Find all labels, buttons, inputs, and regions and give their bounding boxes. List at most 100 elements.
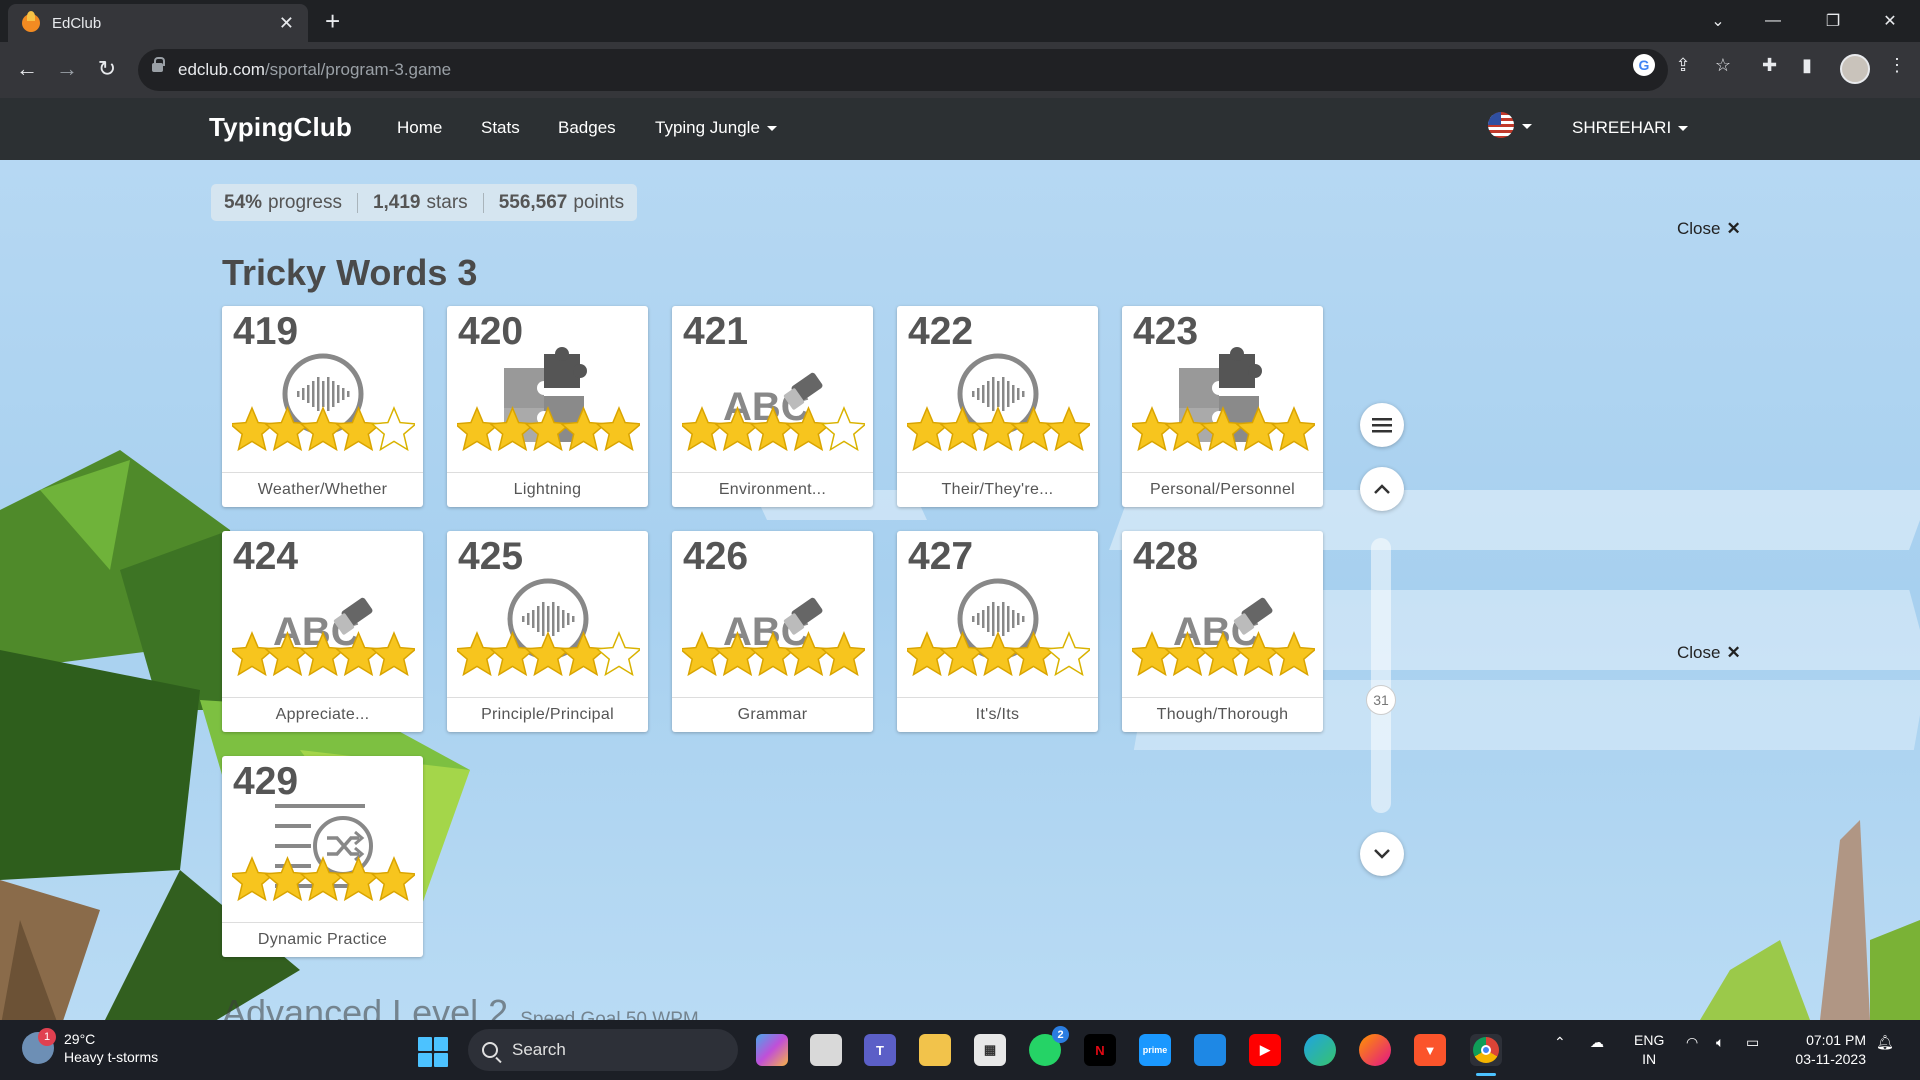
star-filled-icon	[524, 631, 572, 677]
edge-icon[interactable]	[1304, 1034, 1336, 1066]
lesson-card-419[interactable]: 419 Weather/Whether	[222, 306, 423, 507]
url-field[interactable]: edclub.com/sportal/program-3.game	[138, 49, 1668, 91]
star-filled-icon	[907, 631, 951, 677]
prime-video-icon[interactable]: prime	[1139, 1034, 1171, 1066]
lesson-card-429[interactable]: 429 Dynamic Practice	[222, 756, 423, 957]
google-lens-icon[interactable]: G	[1633, 54, 1655, 76]
star-filled-icon	[682, 631, 726, 677]
file-explorer-icon[interactable]	[919, 1034, 951, 1066]
volume-icon[interactable]: 🔈︎	[1716, 1034, 1724, 1051]
restore-button[interactable]: ❐	[1805, 0, 1861, 42]
clock[interactable]: 07:01 PM 03-11-2023	[1788, 1031, 1866, 1069]
star-filled-icon	[263, 631, 312, 677]
star-filled-icon	[524, 406, 572, 452]
lesson-card-426[interactable]: 426 ABC Grammar	[672, 531, 873, 732]
user-menu-dropdown[interactable]: SHREEHARI	[1572, 118, 1688, 138]
close-button-middle[interactable]: Close ✕	[1677, 643, 1741, 663]
nav-home[interactable]: Home	[397, 118, 442, 138]
lesson-card-420[interactable]: 420 Lightning	[447, 306, 648, 507]
scroll-track[interactable]	[1371, 538, 1391, 813]
close-label: Close	[1677, 643, 1721, 662]
microsoft-store-icon[interactable]: ▦	[974, 1034, 1006, 1066]
app-icon[interactable]	[1194, 1034, 1226, 1066]
lesson-card-422[interactable]: 422 Their/They're...	[897, 306, 1098, 507]
windows-taskbar: 1 29°C Heavy t-storms Search T ▦ 2 N prim…	[0, 1020, 1920, 1080]
lesson-card-427[interactable]: 427 It's/Its	[897, 531, 1098, 732]
us-flag-language-icon[interactable]	[1488, 112, 1514, 138]
close-tab-icon[interactable]: ✕	[279, 13, 294, 34]
star-filled-icon	[1270, 631, 1315, 677]
task-view-icon[interactable]	[810, 1034, 842, 1066]
star-filled-icon	[232, 631, 276, 677]
wifi-icon[interactable]: ◠	[1686, 1034, 1698, 1051]
extensions-puzzle-icon[interactable]: ✚	[1762, 55, 1777, 76]
show-hidden-icons-chevron-icon[interactable]: ⌃	[1554, 1034, 1566, 1051]
star-filled-icon	[457, 631, 501, 677]
lesson-card-425[interactable]: 425 Principle/Principal	[447, 531, 648, 732]
teams-icon[interactable]: T	[864, 1034, 896, 1066]
back-button[interactable]: ←	[10, 52, 44, 86]
typingclub-logo[interactable]: TypingClub	[209, 112, 352, 143]
star-empty-icon	[595, 631, 640, 677]
lesson-label: Their/They're...	[897, 472, 1098, 507]
reload-button[interactable]: ↻	[90, 52, 124, 86]
copilot-icon[interactable]	[756, 1034, 788, 1066]
start-button[interactable]	[418, 1037, 448, 1067]
youtube-icon[interactable]: ▶	[1249, 1034, 1281, 1066]
url-host: edclub.com	[178, 60, 265, 79]
weather-widget[interactable]: 1 29°C Heavy t-storms	[22, 1028, 158, 1066]
star-filled-icon	[907, 406, 951, 452]
scroll-up-button[interactable]	[1360, 467, 1404, 511]
side-panel-icon[interactable]: ▮	[1802, 55, 1812, 76]
nav-typing-jungle-dropdown[interactable]: Typing Jungle	[655, 118, 777, 138]
star-filled-icon	[559, 631, 608, 677]
stars-count: 1,419	[372, 191, 421, 213]
tab-search-chevron-icon[interactable]: ⌄	[1690, 0, 1746, 42]
browser-tab[interactable]: EdClub ✕	[8, 4, 308, 42]
lang-line-2: IN	[1642, 1051, 1657, 1067]
section-title: Tricky Words 3	[222, 252, 478, 293]
onedrive-icon[interactable]: ☁	[1590, 1034, 1604, 1051]
share-icon[interactable]: ⇪	[1672, 54, 1694, 76]
address-bar-row: ← → ↻ edclub.com/sportal/program-3.game …	[0, 42, 1920, 98]
lesson-card-424[interactable]: 424 ABC Appreciate...	[222, 531, 423, 732]
language-caret-icon[interactable]	[1522, 124, 1532, 129]
lesson-card-423[interactable]: 423 Personal/Personnel	[1122, 306, 1323, 507]
forward-button[interactable]: →	[50, 52, 84, 86]
url-path: /sportal/program-3.game	[264, 60, 452, 79]
scroll-thumb[interactable]: 31	[1366, 685, 1396, 715]
taskbar-search[interactable]: Search	[468, 1029, 738, 1071]
bookmark-star-icon[interactable]: ☆	[1712, 54, 1734, 76]
nav-badges[interactable]: Badges	[558, 118, 616, 138]
lesson-card-428[interactable]: 428 ABC Though/Thorough	[1122, 531, 1323, 732]
language-indicator[interactable]: ENG IN	[1634, 1031, 1664, 1069]
search-icon	[482, 1042, 498, 1058]
close-icon: ✕	[1726, 219, 1741, 238]
netflix-icon[interactable]: N	[1084, 1034, 1116, 1066]
brave-icon[interactable]: ▼	[1414, 1034, 1446, 1066]
star-rating	[232, 406, 415, 452]
menu-button[interactable]	[1360, 403, 1404, 447]
firefox-icon[interactable]	[1359, 1034, 1391, 1066]
close-window-button[interactable]: ✕	[1862, 0, 1918, 42]
chrome-icon[interactable]	[1470, 1034, 1502, 1076]
scroll-down-button[interactable]	[1360, 832, 1404, 876]
star-rating	[232, 631, 415, 677]
lesson-label: It's/Its	[897, 697, 1098, 732]
lesson-card-421[interactable]: 421 ABC Environment...	[672, 306, 873, 507]
whatsapp-icon[interactable]: 2	[1029, 1026, 1069, 1066]
star-filled-icon	[334, 631, 383, 677]
search-label: Search	[512, 1040, 566, 1059]
profile-avatar[interactable]	[1840, 54, 1870, 84]
star-empty-icon	[370, 406, 415, 452]
notification-bell-icon[interactable]: 🔔︎	[1876, 1034, 1894, 1051]
battery-icon[interactable]: ▭	[1746, 1034, 1759, 1051]
close-button-top[interactable]: Close ✕	[1677, 219, 1741, 239]
chrome-menu-icon[interactable]: ⋮	[1888, 55, 1906, 76]
lesson-label: Though/Thorough	[1122, 697, 1323, 732]
nav-stats[interactable]: Stats	[481, 118, 520, 138]
minimize-button[interactable]: —	[1745, 0, 1801, 42]
progress-label: progress	[268, 191, 342, 213]
new-tab-button[interactable]: +	[325, 6, 340, 36]
star-filled-icon	[263, 406, 312, 452]
